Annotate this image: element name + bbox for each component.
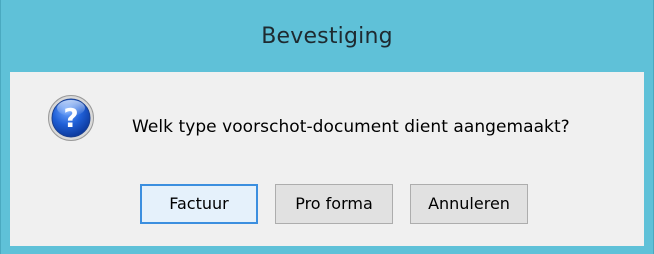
- confirmation-dialog: Bevestiging ? Welk type voorschot-docume…: [0, 0, 654, 254]
- annuleren-button[interactable]: Annuleren: [410, 184, 528, 224]
- factuur-button[interactable]: Factuur: [140, 184, 258, 224]
- dialog-message: Welk type voorschot-document dient aange…: [132, 117, 570, 137]
- pro-forma-button[interactable]: Pro forma: [275, 184, 393, 224]
- svg-text:?: ?: [63, 104, 78, 134]
- dialog-body: ? Welk type voorschot-document dient aan…: [10, 72, 644, 246]
- dialog-title: Bevestiging: [261, 24, 393, 49]
- dialog-titlebar[interactable]: Bevestiging: [0, 0, 654, 72]
- question-icon: ?: [47, 94, 95, 142]
